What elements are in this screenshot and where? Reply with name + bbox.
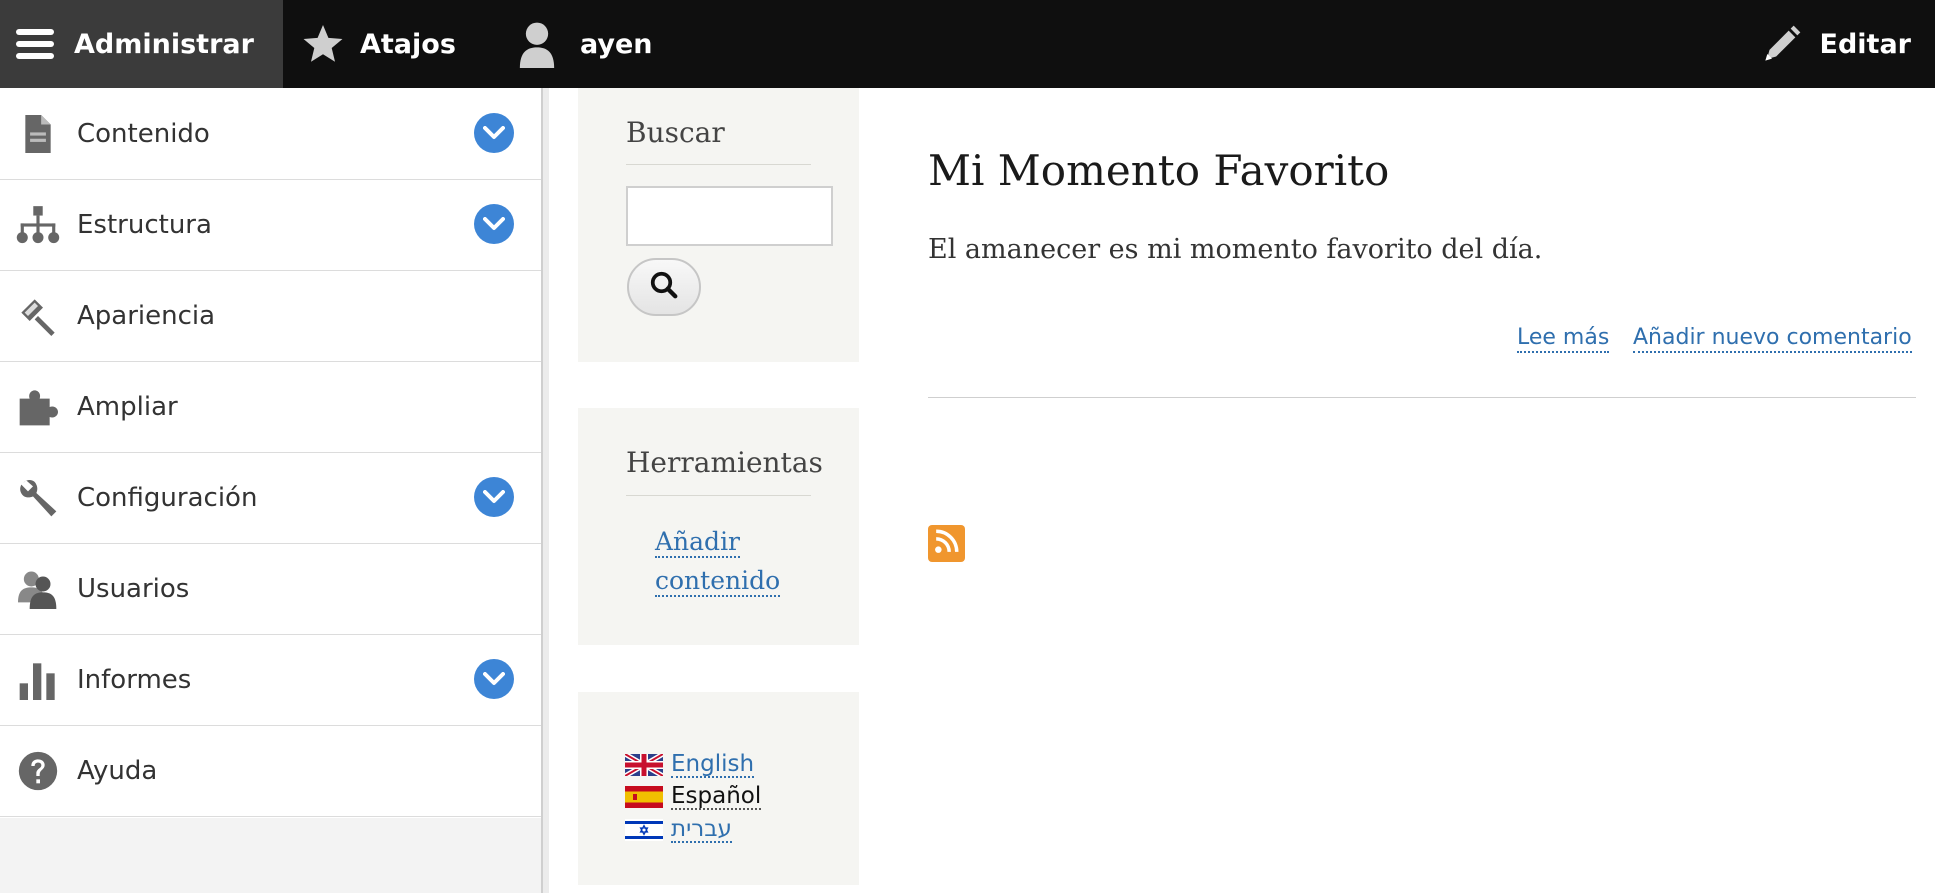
language-item-english[interactable]: English — [623, 751, 755, 779]
language-switcher-block: English Español עברית — [578, 692, 859, 885]
chevron-down-icon[interactable] — [474, 204, 514, 244]
star-icon — [302, 24, 344, 64]
wrench-icon — [14, 474, 62, 522]
add-content-link-line2[interactable]: contenido — [655, 567, 781, 597]
tray-item-label: Estructura — [77, 209, 212, 240]
chevron-down-icon[interactable] — [474, 113, 514, 153]
tray-item-label: Ayuda — [77, 755, 158, 786]
tray-item-ayuda[interactable]: Ayuda — [0, 725, 541, 817]
toolbar-admin-button[interactable]: Administrar — [0, 0, 283, 88]
toolbar-shortcuts-button[interactable]: Atajos — [302, 0, 456, 88]
search-input[interactable] — [626, 186, 833, 246]
tray-item-label: Apariencia — [77, 300, 216, 331]
paintbrush-icon — [14, 292, 62, 340]
pencil-icon — [1762, 24, 1802, 64]
hamburger-menu-icon — [16, 28, 54, 60]
add-content-link[interactable]: Añadir — [655, 528, 741, 558]
rss-feed-button[interactable] — [928, 525, 965, 562]
language-item-espanol[interactable]: Español — [625, 784, 762, 810]
tray-item-contenido[interactable]: Contenido — [0, 88, 541, 180]
admin-menu-tray: Contenido Estructura Apariencia Ampliar … — [0, 88, 549, 893]
puzzle-icon — [14, 383, 62, 431]
block-title-divider — [626, 495, 811, 496]
node-body-text: El amanecer es mi momento favorito del d… — [928, 234, 1543, 265]
help-icon — [14, 747, 62, 795]
search-button[interactable] — [627, 258, 701, 316]
search-block-title: Buscar — [626, 116, 725, 149]
tools-block-title: Herramientas — [626, 446, 823, 479]
tray-item-label: Ampliar — [77, 391, 178, 422]
uk-flag-icon — [623, 751, 665, 779]
rss-icon — [934, 528, 960, 559]
node-divider — [928, 397, 1916, 398]
block-title-divider — [626, 164, 811, 165]
tools-block: Herramientas Añadir contenido — [578, 408, 859, 645]
add-comment-link[interactable]: Añadir nuevo comentario — [1633, 325, 1912, 353]
tray-item-label: Configuración — [77, 482, 258, 513]
tray-item-apariencia[interactable]: Apariencia — [0, 270, 541, 362]
search-block: Buscar — [578, 88, 859, 362]
tray-item-label: Contenido — [77, 118, 210, 149]
read-more-link[interactable]: Lee más — [1517, 325, 1610, 353]
user-icon — [516, 20, 558, 68]
admin-toolbar: Administrar Atajos ayen Editar — [0, 0, 1935, 88]
tray-item-label: Usuarios — [77, 573, 190, 604]
language-current-espanol[interactable]: Español — [671, 784, 762, 810]
document-icon — [14, 110, 62, 158]
toolbar-edit-button[interactable]: Editar — [1762, 0, 1911, 88]
language-link-hebrew[interactable]: עברית — [671, 817, 732, 843]
toolbar-edit-label: Editar — [1819, 28, 1911, 60]
toolbar-user-label: ayen — [580, 28, 653, 60]
users-icon — [14, 565, 62, 613]
bar-chart-icon — [14, 656, 62, 704]
israel-flag-icon — [625, 819, 663, 841]
chevron-down-icon[interactable] — [474, 477, 514, 517]
language-link-english[interactable]: English — [671, 752, 755, 778]
language-item-hebrew[interactable]: עברית — [625, 817, 732, 843]
magnifier-icon — [649, 270, 679, 305]
toolbar-shortcuts-label: Atajos — [360, 28, 456, 60]
toolbar-admin-label: Administrar — [74, 28, 254, 60]
tray-item-ampliar[interactable]: Ampliar — [0, 361, 541, 453]
chevron-down-icon[interactable] — [474, 659, 514, 699]
spain-flag-icon — [625, 786, 663, 808]
tray-item-informes[interactable]: Informes — [0, 634, 541, 726]
tray-item-estructura[interactable]: Estructura — [0, 179, 541, 271]
tray-item-label: Informes — [77, 664, 192, 695]
node-title[interactable]: Mi Momento Favorito — [928, 146, 1389, 195]
tray-item-configuracion[interactable]: Configuración — [0, 452, 541, 544]
toolbar-user-button[interactable]: ayen — [516, 0, 653, 88]
tray-empty-area — [0, 818, 541, 893]
tray-item-usuarios[interactable]: Usuarios — [0, 543, 541, 635]
sitemap-icon — [14, 201, 62, 249]
